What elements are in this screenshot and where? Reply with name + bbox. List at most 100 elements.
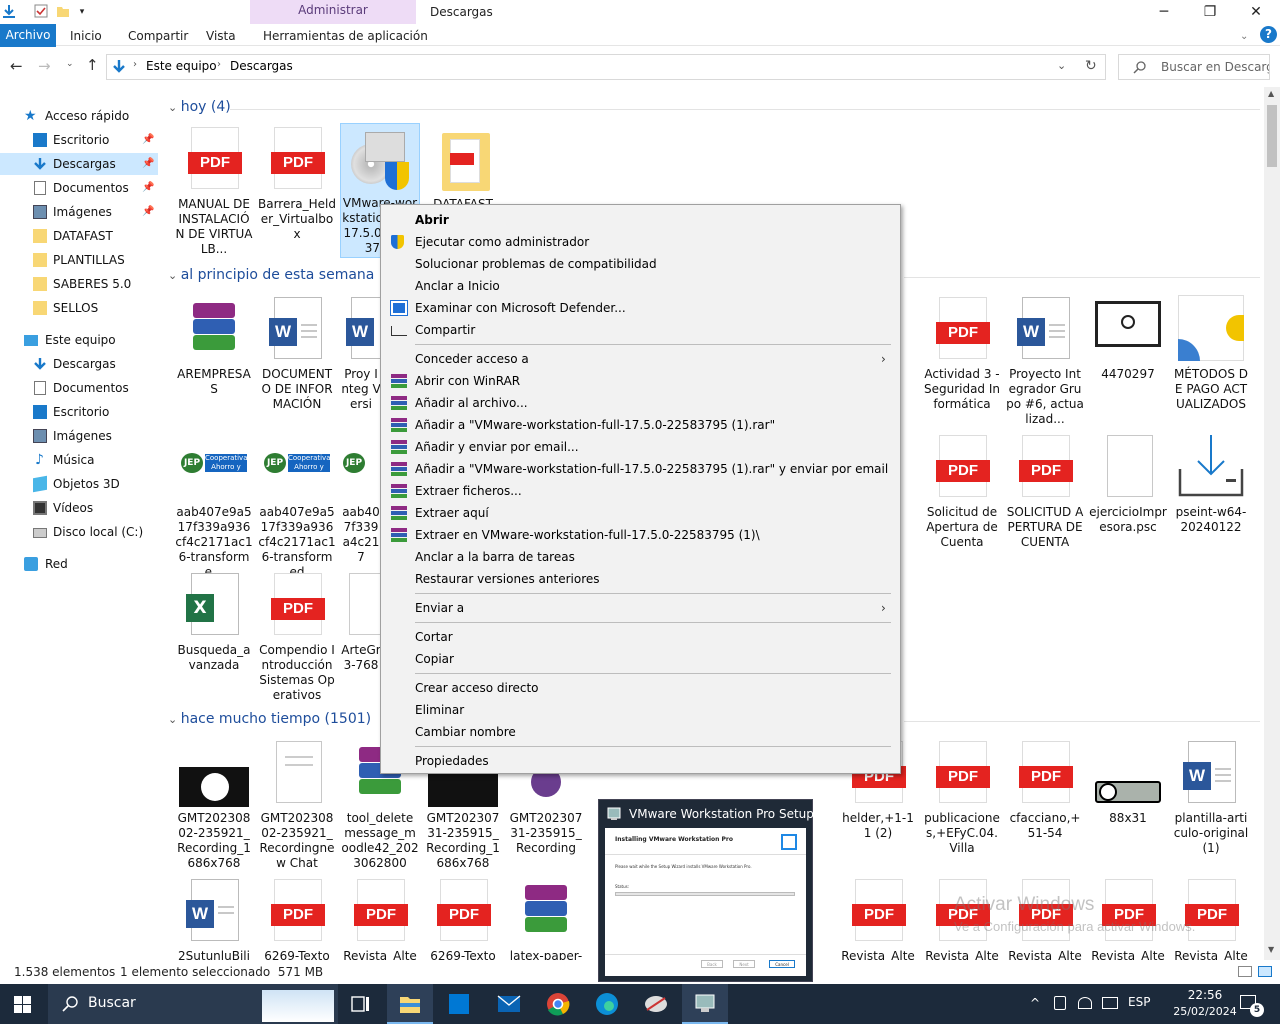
expand-ribbon-icon[interactable]: ⌄ [1240, 27, 1248, 46]
back-arrow-icon[interactable]: ← [10, 57, 23, 75]
nav-folder-sellos[interactable]: SELLOS [0, 297, 158, 319]
nav-local-disk[interactable]: Disco local (C:) [0, 521, 158, 543]
file-item[interactable]: GMT20230802-235921_Recording_1686x768 [175, 739, 253, 871]
nav-folder-plantillas[interactable]: PLANTILLAS [0, 249, 158, 271]
address-dropdown-icon[interactable]: ⌄ [1057, 59, 1066, 72]
file-item[interactable]: pseint-w64-20240122 [1172, 433, 1250, 535]
tab-share[interactable]: Compartir [128, 27, 188, 46]
folder-item[interactable]: DATAFAST [424, 125, 502, 205]
file-item[interactable]: PDF 6269-Texto [424, 877, 502, 960]
tab-file[interactable]: Archivo [0, 24, 56, 47]
nav-network[interactable]: Red [0, 553, 158, 575]
file-item[interactable]: W Proyecto Integrador Grupo #6, actualiz… [1006, 295, 1084, 427]
scroll-thumb[interactable] [1267, 105, 1277, 167]
keyboard-language[interactable]: ESP [1128, 995, 1150, 1009]
context-menu-item[interactable]: Copiar [381, 648, 900, 670]
context-menu-item[interactable]: Abrir con WinRAR [381, 370, 900, 392]
taskbar-preview-vmware-setup[interactable]: VMware Workstation Pro Setup Installing … [598, 799, 814, 982]
nav-documents[interactable]: Documentos 📌 [0, 177, 158, 199]
back-button[interactable]: Back [701, 960, 723, 968]
help-icon[interactable]: ? [1260, 26, 1277, 43]
device-icon[interactable] [1054, 996, 1066, 1010]
tab-app-tools[interactable]: Herramientas de aplicación [263, 27, 428, 46]
file-item[interactable]: 4470297 [1089, 295, 1167, 382]
scroll-down-icon[interactable]: ▼ [1268, 945, 1274, 954]
context-menu-item[interactable]: Anclar a Inicio [381, 275, 900, 297]
details-view-icon[interactable] [1238, 966, 1252, 977]
file-item[interactable]: PDF Actividad 3 - Seguridad Informática [923, 295, 1001, 412]
file-item[interactable]: PDF Solicitud de Apertura de Cuenta [923, 433, 1001, 550]
context-menu-item[interactable]: Añadir a "VMware-workstation-full-17.5.0… [381, 458, 900, 480]
close-button[interactable]: ✕ [1233, 0, 1279, 24]
file-item[interactable]: PDF SOLICITUD APERTURA DE CUENTA [1006, 433, 1084, 550]
nav-pc-music[interactable]: ♪ Música [0, 449, 158, 471]
cancel-button[interactable]: Cancel [769, 960, 795, 968]
file-item[interactable]: latex-paper- [507, 877, 585, 960]
windows-start-icon[interactable] [14, 996, 31, 1013]
file-item[interactable]: W DOCUMENTO DE INFORMACIÓN [258, 295, 336, 412]
context-menu-item[interactable]: Cortar [381, 626, 900, 648]
taskbar-explorer-button[interactable] [387, 984, 433, 1024]
file-item[interactable]: PDF Compendio Introducción Sistemas Oper… [258, 571, 336, 703]
network-status-icon[interactable] [1078, 997, 1092, 1009]
tab-view[interactable]: Vista [206, 27, 236, 46]
search-input[interactable]: Buscar en Descarg... [1118, 54, 1270, 80]
group-header-week[interactable]: ⌄ al principio de esta semana (3 [168, 267, 393, 287]
nav-pc-3d-objects[interactable]: Objetos 3D [0, 473, 158, 495]
context-menu-item[interactable]: Eliminar [381, 699, 900, 721]
context-menu-item[interactable]: Extraer ficheros... [381, 480, 900, 502]
file-item[interactable]: PDF MANUAL DE INSTALACIÓN DE VIRTUALB... [175, 125, 253, 257]
nav-pc-videos[interactable]: Vídeos [0, 497, 158, 519]
customize-qat-icon[interactable]: ▾ [72, 0, 92, 24]
context-menu-item[interactable]: Crear acceso directo [381, 677, 900, 699]
nav-pc-images[interactable]: Imágenes [0, 425, 158, 447]
vertical-scrollbar[interactable]: ▲ ▼ [1264, 87, 1280, 960]
snipping-tool-icon[interactable] [633, 988, 679, 1020]
chrome-icon[interactable] [535, 988, 581, 1020]
task-view-icon[interactable] [338, 988, 384, 1020]
up-arrow-icon[interactable]: ↑ [86, 56, 99, 74]
nav-pc-downloads[interactable]: Descargas [0, 353, 158, 375]
maximize-button[interactable]: ❐ [1187, 0, 1233, 24]
nav-folder-saberes[interactable]: SABERES 5.0 [0, 273, 158, 295]
file-item[interactable]: ejercicioImpresora.psc [1089, 433, 1167, 535]
file-item[interactable]: X Busqueda_avanzada [175, 571, 253, 673]
context-menu-item[interactable]: Anclar a la barra de tareas [381, 546, 900, 568]
download-icon[interactable] [2, 4, 16, 18]
file-item[interactable]: W plantilla-articulo-original (1) [1172, 739, 1250, 856]
nav-downloads[interactable]: Descargas 📌 [0, 153, 158, 175]
context-menu-item[interactable]: Añadir a "VMware-workstation-full-17.5.0… [381, 414, 900, 436]
context-menu-item[interactable]: Ejecutar como administrador [381, 231, 900, 253]
context-menu-item[interactable]: Examinar con Microsoft Defender... [381, 297, 900, 319]
context-menu-item[interactable]: Extraer en VMware-workstation-full-17.5.… [381, 524, 900, 546]
file-item[interactable]: PDF cfacciano,+51-54 [1006, 739, 1084, 841]
nav-folder-datafast[interactable]: DATAFAST [0, 225, 158, 247]
context-menu-item[interactable]: Añadir y enviar por email... [381, 436, 900, 458]
nav-pc-desktop[interactable]: Escritorio [0, 401, 158, 423]
context-menu-item[interactable]: Añadir al archivo... [381, 392, 900, 414]
file-item[interactable]: PDF Barrera_Helder_Virtualbox [258, 125, 336, 242]
file-item[interactable]: PDF publicaciones,+EFyC.04.Villa [923, 739, 1001, 856]
clock-time[interactable]: 22:56 [1178, 988, 1232, 1002]
taskbar-vmware-setup-button[interactable] [682, 984, 728, 1024]
forward-arrow-icon[interactable]: → [38, 57, 51, 75]
file-item[interactable]: GMT20230802-235921_Recordingnew Chat [258, 739, 336, 871]
file-item[interactable]: ArteGr3-768 [341, 571, 381, 673]
properties-icon[interactable] [34, 4, 48, 18]
nav-pc-documents[interactable]: Documentos [0, 377, 158, 399]
file-item[interactable]: MÉTODOS DE PAGO ACTUALIZADOS [1172, 295, 1250, 412]
nav-this-pc[interactable]: Este equipo [0, 329, 158, 351]
taskbar-search-box[interactable]: Buscar [48, 984, 338, 1024]
file-item[interactable]: PDF 6269-Texto [258, 877, 336, 960]
group-header-old[interactable]: ⌄ hace mucho tiempo (1501) [168, 711, 371, 731]
microsoft-store-icon[interactable] [449, 994, 469, 1014]
edge-icon[interactable] [584, 988, 630, 1020]
context-menu-item[interactable]: Restaurar versiones anteriores [381, 568, 900, 590]
file-item[interactable]: W 2SutunluBili [175, 877, 253, 960]
context-menu-item[interactable]: Enviar a › [381, 597, 900, 619]
refresh-icon[interactable]: ↻ [1085, 58, 1097, 74]
scroll-up-icon[interactable]: ▲ [1268, 89, 1274, 98]
context-menu-item[interactable]: Abrir [381, 209, 900, 231]
file-item[interactable]: 88x31 [1089, 739, 1167, 826]
context-menu-item[interactable]: Conceder acceso a › [381, 348, 900, 370]
